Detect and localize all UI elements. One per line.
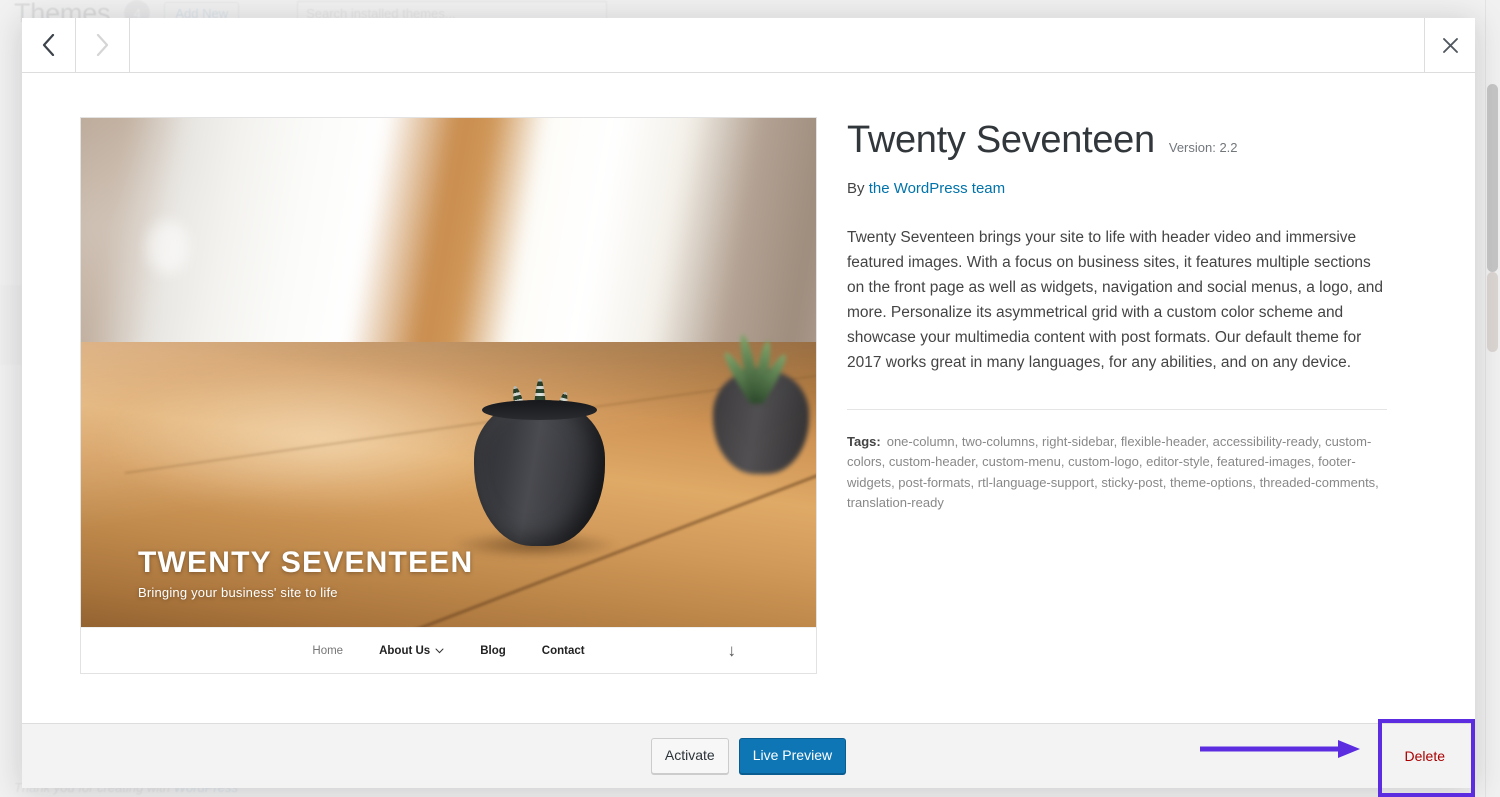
theme-author-prefix: By — [847, 179, 869, 197]
page-scrollbar-thumb[interactable] — [1487, 84, 1498, 272]
site-nav-item-blog[interactable]: Blog — [480, 645, 506, 657]
theme-tags-values: one-column, two-columns, right-sidebar, … — [847, 434, 1379, 510]
theme-screenshot: TWENTY SEVENTEEN Bringing your business'… — [80, 117, 817, 674]
admin-sidebar-stub — [0, 285, 22, 365]
screenshot-caption: TWENTY SEVENTEEN Bringing your business'… — [138, 546, 474, 601]
theme-tags-section: Tags: one-column, two-columns, right-side… — [847, 409, 1387, 513]
next-theme-button[interactable] — [76, 18, 130, 72]
theme-tags-label: Tags: — [847, 434, 881, 450]
photo-lamp-blur — [147, 219, 190, 274]
screenshot-site-nav: Home About Us Blog Contact ↓ — [81, 627, 816, 673]
modal-footer: Activate Live Preview Delete — [22, 723, 1475, 788]
chevron-down-icon — [435, 648, 444, 653]
scroll-down-arrow-icon[interactable]: ↓ — [728, 641, 737, 661]
close-icon — [1442, 37, 1458, 53]
theme-author-line: By the WordPress team — [847, 180, 1417, 197]
theme-name: Twenty Seventeen — [847, 119, 1155, 161]
page-scrollbar-thumb-secondary[interactable] — [1487, 272, 1498, 352]
theme-author-link[interactable]: the WordPress team — [869, 180, 1005, 197]
screenshot-caption-title: TWENTY SEVENTEEN — [138, 546, 474, 579]
theme-version: Version: 2.2 — [1168, 140, 1238, 155]
theme-tags-line: Tags: one-column, two-columns, right-side… — [847, 432, 1387, 513]
photo-plant-pot — [474, 399, 606, 546]
activate-button[interactable]: Activate — [650, 738, 729, 774]
previous-theme-button[interactable] — [22, 18, 76, 72]
theme-description: Twenty Seventeen brings your site to lif… — [847, 228, 1383, 372]
theme-info-panel: Twenty Seventeen Version: 2.2 By the Wor… — [847, 117, 1417, 723]
modal-body: TWENTY SEVENTEEN Bringing your business'… — [22, 73, 1475, 723]
site-nav-item-about-us[interactable]: About Us — [379, 645, 444, 657]
chevron-left-icon — [42, 34, 55, 56]
photo-secondary-plant — [713, 327, 801, 407]
close-modal-button[interactable] — [1425, 18, 1475, 72]
screenshot-caption-tagline: Bringing your business' site to life — [138, 585, 338, 600]
modal-header-spacer — [130, 18, 1425, 72]
theme-title-row: Twenty Seventeen Version: 2.2 — [847, 119, 1417, 163]
photo-pot-rim — [482, 399, 598, 420]
site-nav-label-about-us: About Us — [379, 644, 431, 657]
theme-details-modal: TWENTY SEVENTEEN Bringing your business'… — [22, 18, 1475, 788]
chevron-right-icon — [96, 34, 109, 56]
page-scrollbar[interactable] — [1485, 0, 1500, 797]
site-nav-item-home[interactable]: Home — [312, 645, 343, 657]
live-preview-button[interactable]: Live Preview — [738, 738, 847, 774]
theme-screenshot-photo: TWENTY SEVENTEEN Bringing your business'… — [81, 118, 816, 627]
modal-header — [22, 18, 1475, 73]
site-nav-item-contact[interactable]: Contact — [542, 645, 585, 657]
delete-theme-link[interactable]: Delete — [1405, 748, 1445, 764]
